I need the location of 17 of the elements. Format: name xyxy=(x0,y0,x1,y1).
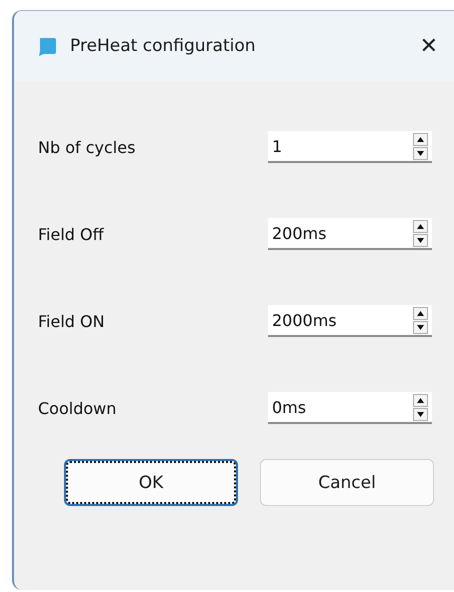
window-title: PreHeat configuration xyxy=(70,36,257,56)
close-button[interactable]: ✕ xyxy=(416,34,442,58)
spin-box[interactable]: 2000ms xyxy=(268,305,432,337)
field-label: Nb of cycles xyxy=(38,138,136,156)
field-value: 1 xyxy=(271,136,284,156)
spin-box[interactable]: 200ms xyxy=(268,218,432,250)
field-value: 2000ms xyxy=(271,310,338,330)
field-value: 200ms xyxy=(271,224,328,242)
spin-box[interactable]: 0ms xyxy=(268,392,432,424)
field-label: Cooldown xyxy=(38,398,118,418)
field-value: 0ms xyxy=(271,398,308,416)
ok-button[interactable]: OK xyxy=(64,459,238,506)
field-label: Field ON xyxy=(38,312,106,330)
app-icon xyxy=(36,35,58,57)
field-label: Field Off xyxy=(38,224,105,244)
spin-box[interactable]: 1 xyxy=(268,131,432,163)
cancel-button[interactable]: Cancel xyxy=(260,459,434,506)
